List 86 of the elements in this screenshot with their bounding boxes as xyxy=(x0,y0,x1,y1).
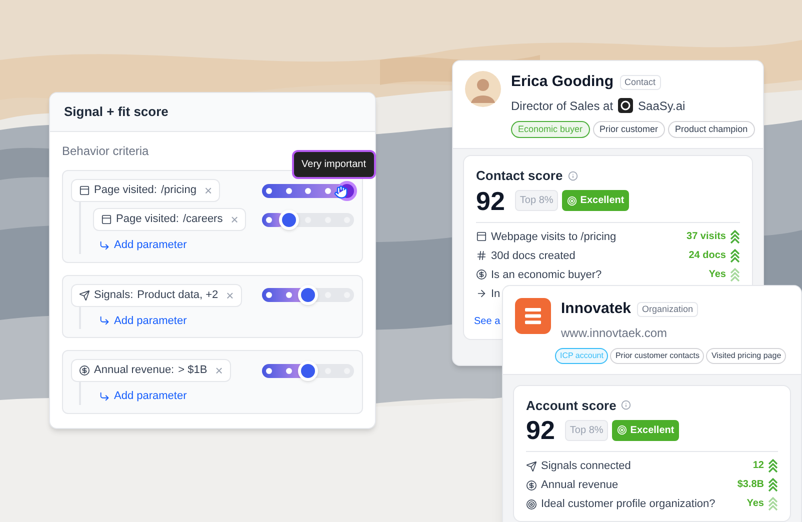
see-all-link[interactable]: See a xyxy=(474,314,500,328)
criterion-value: Product data, +2 xyxy=(137,288,218,303)
tag: Prior customer xyxy=(592,120,666,138)
criterion-chip[interactable]: Annual revenue: > $1B × xyxy=(71,359,231,382)
remove-button[interactable]: × xyxy=(215,364,223,377)
grade-badge: Excellent xyxy=(612,420,680,440)
metric-value: $3.8B xyxy=(737,478,764,492)
metric-value: 37 visits xyxy=(686,230,726,244)
criterion-value: > $1B xyxy=(178,363,208,378)
target-icon xyxy=(567,196,578,206)
send-icon xyxy=(79,290,90,300)
chevrons-up-icon xyxy=(768,497,778,511)
info-icon xyxy=(621,400,632,410)
chevrons-up-icon xyxy=(768,478,778,492)
type-badge: Organization xyxy=(637,302,698,317)
metric-label: Ideal customer profile organization? xyxy=(541,497,716,511)
score-title: Account score xyxy=(526,396,616,414)
metric-label: Signals connected xyxy=(541,459,631,473)
criterion-chip[interactable]: Page visited: /careers × xyxy=(93,208,246,231)
target-icon xyxy=(617,425,628,435)
organization-name: Innovatek xyxy=(561,299,632,319)
tag: Economic buyer xyxy=(511,120,590,138)
dollar-icon xyxy=(526,480,537,490)
add-parameter-link[interactable]: Add parameter xyxy=(99,237,354,254)
corner-arrow-icon xyxy=(99,240,110,251)
browser-window-icon xyxy=(79,185,90,196)
remove-button[interactable]: × xyxy=(226,288,234,302)
panel-title: Signal + fit score xyxy=(64,103,168,122)
tag: Prior customer contacts xyxy=(610,348,704,364)
remove-button[interactable]: × xyxy=(230,213,238,226)
chevrons-up-icon xyxy=(730,248,740,262)
corner-arrow-icon xyxy=(99,315,110,326)
criterion-label: Signals: xyxy=(94,288,134,303)
send-icon xyxy=(526,460,537,472)
criterion-label: Annual revenue: xyxy=(94,363,174,378)
importance-slider[interactable] xyxy=(262,288,354,302)
rank-badge: Top 8% xyxy=(514,190,558,211)
tag: Product champion xyxy=(668,120,755,138)
score-value: 92 xyxy=(476,188,505,214)
criterion-label: Page visited: xyxy=(94,183,157,198)
criterion-value: /pricing xyxy=(160,183,196,198)
dollar-icon xyxy=(79,365,90,376)
tag: ICP account xyxy=(555,348,608,364)
corner-arrow-icon xyxy=(99,390,110,402)
section-heading: Behavior criteria xyxy=(62,143,150,160)
metric-label: Is an economic buyer? xyxy=(491,268,602,282)
metric-label: Annual revenue xyxy=(541,478,618,492)
add-parameter-link[interactable]: Add parameter xyxy=(99,312,354,329)
contact-name: Erica Gooding xyxy=(511,72,614,92)
criterion-chip[interactable]: Signals: Product data, +2 × xyxy=(71,284,242,306)
remove-button[interactable]: × xyxy=(204,184,212,197)
score-title: Contact score xyxy=(476,167,563,185)
criterion-label: Page visited: xyxy=(116,212,179,228)
browser-window-icon xyxy=(101,214,112,225)
criterion-value: /careers xyxy=(182,212,223,228)
avatar xyxy=(465,71,501,107)
hand-cursor-icon xyxy=(334,185,348,199)
contact-role: Director of Sales at xyxy=(511,98,614,114)
metric-label: In xyxy=(491,286,500,300)
metric-value: 24 docs xyxy=(688,248,726,262)
add-parameter-link[interactable]: Add parameter xyxy=(99,388,354,404)
company-logo-icon xyxy=(618,98,634,113)
dollar-icon xyxy=(476,269,487,280)
metric-value: Yes xyxy=(746,497,764,511)
metric-value: 12 xyxy=(752,459,764,473)
metric-label: Webpage visits to /pricing xyxy=(491,230,616,244)
type-badge: Contact xyxy=(620,74,661,90)
arrow-right-icon xyxy=(476,288,487,299)
tag: Visited pricing page xyxy=(706,348,786,364)
info-icon xyxy=(568,170,578,181)
target-icon xyxy=(526,498,537,510)
chevrons-up-icon xyxy=(730,268,740,282)
metric-value: Yes xyxy=(708,268,726,282)
company-name: SaaSy.ai xyxy=(638,98,686,114)
organization-url: www.innovtaek.com xyxy=(561,324,668,342)
grade-badge: Excellent xyxy=(562,190,630,211)
score-value: 92 xyxy=(526,417,555,443)
organization-logo-icon xyxy=(515,298,551,334)
metric-label: 30d docs created xyxy=(491,248,576,262)
chevrons-up-icon xyxy=(768,459,778,473)
criterion-chip[interactable]: Page visited: /pricing × xyxy=(71,179,220,202)
chevrons-up-icon xyxy=(730,230,740,244)
hash-icon xyxy=(476,250,487,261)
rank-badge: Top 8% xyxy=(564,420,608,440)
browser-window-icon xyxy=(476,231,487,242)
tooltip: Very important xyxy=(292,150,376,179)
